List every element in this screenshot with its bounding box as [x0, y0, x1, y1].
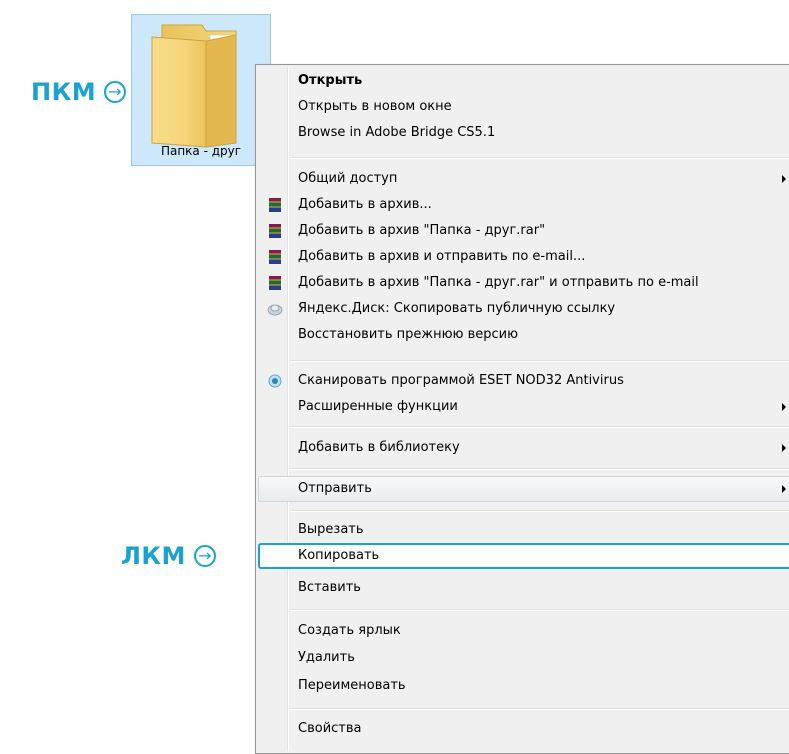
- menu-item-add-archive-named[interactable]: Добавить в архив "Папка - друг.rar": [258, 218, 789, 244]
- menu-separator: [290, 468, 789, 470]
- menu-item-yandex-disk[interactable]: Яндекс.Диск: Скопировать публичную ссылк…: [258, 296, 789, 322]
- menu-separator: [290, 708, 789, 710]
- menu-item-sharing[interactable]: Общий доступ: [258, 166, 789, 192]
- menu-item-add-archive[interactable]: Добавить в архив...: [258, 192, 789, 218]
- menu-item-label: Общий доступ: [298, 171, 398, 186]
- menu-item-paste[interactable]: Вставить: [258, 575, 789, 601]
- submenu-arrow-icon: [782, 403, 786, 411]
- menu-item-rename[interactable]: Переименовать: [258, 673, 789, 699]
- eset-icon: [268, 374, 282, 388]
- menu-item-label: Добавить в архив "Папка - друг.rar" и от…: [298, 275, 699, 290]
- yandex-disk-icon: [267, 304, 283, 316]
- menu-item-label: Browse in Adobe Bridge CS5.1: [298, 125, 496, 140]
- left-click-label: ЛКМ: [121, 542, 186, 570]
- menu-separator: [290, 157, 789, 159]
- menu-item-label: Вырезать: [298, 522, 364, 537]
- winrar-icon: [269, 224, 281, 238]
- menu-item-send-to[interactable]: Отправить: [258, 476, 789, 502]
- menu-item-label: Создать ярлык: [298, 623, 401, 638]
- menu-item-create-shortcut[interactable]: Создать ярлык: [258, 618, 789, 644]
- menu-item-label: Добавить в библиотеку: [298, 440, 460, 455]
- menu-separator: [290, 426, 789, 428]
- menu-item-label: Расширенные функции: [298, 399, 458, 414]
- menu-item-label: Свойства: [298, 721, 362, 736]
- menu-item-add-archive-named-email[interactable]: Добавить в архив "Папка - друг.rar" и от…: [258, 270, 789, 296]
- folder-label[interactable]: Папка - друг: [132, 144, 270, 158]
- submenu-arrow-icon: [782, 485, 786, 493]
- menu-item-label: Переименовать: [298, 678, 406, 693]
- menu-item-label: Сканировать программой ESET NOD32 Antivi…: [298, 373, 624, 388]
- menu-item-open-new-window[interactable]: Открыть в новом окне: [258, 94, 789, 120]
- menu-separator: [290, 609, 789, 611]
- menu-item-restore-previous[interactable]: Восстановить прежнюю версию: [258, 322, 789, 348]
- right-click-annotation: ПКМ →: [31, 78, 127, 106]
- left-click-annotation: ЛКМ →: [121, 542, 216, 570]
- arrow-right-circle-icon: →: [104, 81, 127, 103]
- menu-separator: [290, 360, 789, 362]
- menu-item-label: Яндекс.Диск: Скопировать публичную ссылк…: [298, 301, 616, 316]
- right-click-label: ПКМ: [31, 78, 97, 106]
- menu-item-browse-bridge[interactable]: Browse in Adobe Bridge CS5.1: [258, 120, 789, 146]
- folder-item[interactable]: Папка - друг: [131, 14, 271, 166]
- menu-separator: [290, 510, 789, 512]
- winrar-icon: [269, 276, 281, 290]
- menu-item-label: Открыть в новом окне: [298, 99, 452, 114]
- menu-item-eset-scan[interactable]: Сканировать программой ESET NOD32 Antivi…: [258, 368, 789, 394]
- menu-item-label: Вставить: [298, 580, 361, 595]
- menu-item-label: Открыть: [298, 73, 363, 88]
- winrar-icon: [269, 198, 281, 212]
- arrow-right-circle-icon: →: [193, 545, 216, 567]
- menu-item-label: Копировать: [298, 548, 380, 563]
- folder-icon: [151, 24, 237, 148]
- menu-item-label: Удалить: [298, 650, 355, 665]
- menu-item-label: Добавить в архив "Папка - друг.rar": [298, 223, 546, 238]
- menu-item-cut[interactable]: Вырезать: [258, 517, 789, 543]
- menu-item-properties[interactable]: Свойства: [258, 716, 789, 742]
- winrar-icon: [269, 250, 281, 264]
- menu-item-label: Добавить в архив и отправить по e-mail..…: [298, 249, 586, 264]
- menu-item-label: Восстановить прежнюю версию: [298, 327, 519, 342]
- menu-item-open[interactable]: Открыть: [258, 68, 789, 94]
- menu-item-label: Добавить в архив...: [298, 197, 432, 212]
- menu-item-copy[interactable]: Копировать: [258, 543, 789, 569]
- menu-item-delete[interactable]: Удалить: [258, 645, 789, 671]
- context-menu: Открыть Открыть в новом окне Browse in A…: [255, 64, 789, 754]
- submenu-arrow-icon: [782, 175, 786, 183]
- submenu-arrow-icon: [782, 444, 786, 452]
- menu-item-advanced[interactable]: Расширенные функции: [258, 394, 789, 420]
- menu-item-add-archive-email[interactable]: Добавить в архив и отправить по e-mail..…: [258, 244, 789, 270]
- menu-item-add-library[interactable]: Добавить в библиотеку: [258, 435, 789, 461]
- menu-item-label: Отправить: [298, 481, 372, 496]
